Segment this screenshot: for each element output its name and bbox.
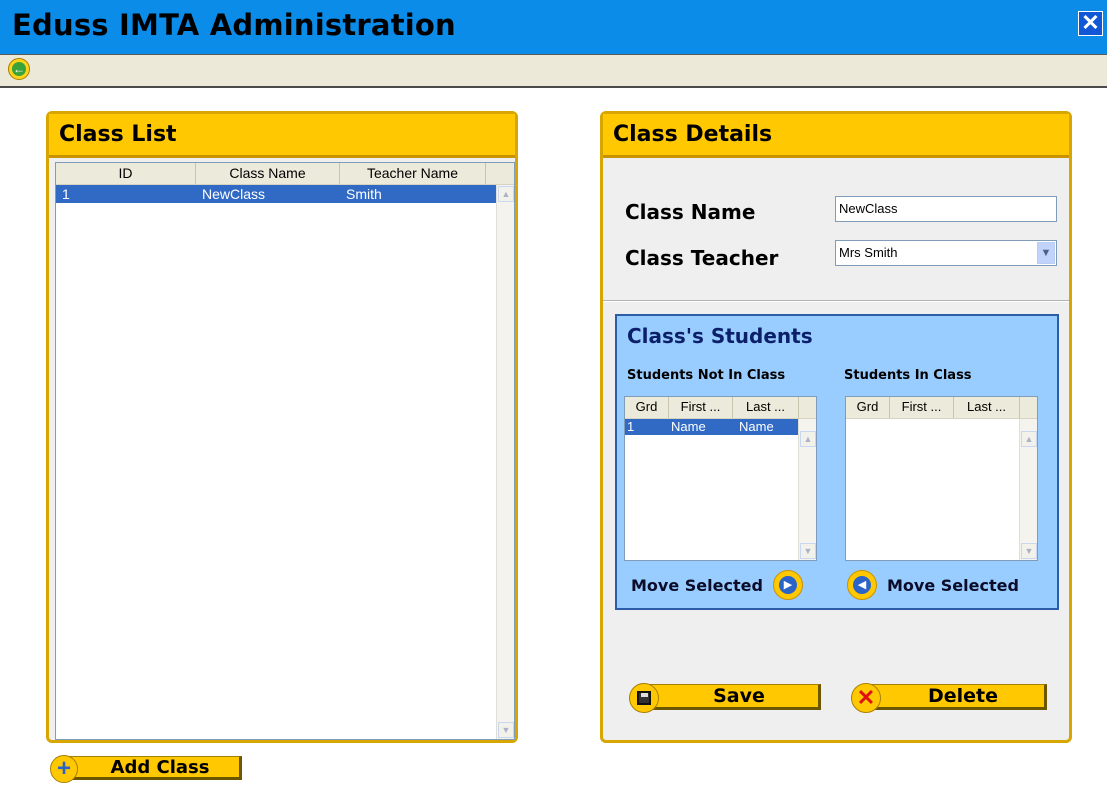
delete-button[interactable]: ✕ Delete (851, 683, 1047, 713)
toolbar: ← (0, 55, 1107, 88)
cell-last-name: Name (739, 419, 774, 434)
scroll-down-icon[interactable]: ▼ (1021, 543, 1037, 559)
add-class-label: Add Class (64, 756, 242, 780)
class-list-table[interactable]: ID Class Name Teacher Name 1 NewClass Sm… (55, 162, 515, 740)
column-header-first[interactable]: First ... (669, 397, 733, 418)
column-header-grd[interactable]: Grd (846, 397, 890, 418)
list-item[interactable]: 1 Name Name (625, 419, 798, 435)
scroll-down-icon[interactable]: ▼ (498, 722, 514, 738)
delete-label: Delete (865, 684, 1047, 710)
arrow-right-icon: ▶ (772, 570, 803, 600)
students-not-in-class-list[interactable]: Grd First ... Last ... 1 Name Name ▲ ▼ (624, 396, 817, 561)
delete-x-icon: ✕ (851, 683, 881, 713)
column-header-class-name[interactable]: Class Name (196, 163, 340, 184)
cell-teacher-name: Smith (346, 186, 382, 202)
column-header-first[interactable]: First ... (890, 397, 954, 418)
column-header-last[interactable]: Last ... (954, 397, 1020, 418)
class-list-panel: Class List ID Class Name Teacher Name 1 … (46, 111, 518, 743)
column-header-teacher-name[interactable]: Teacher Name (340, 163, 486, 184)
column-header-last[interactable]: Last ... (733, 397, 799, 418)
class-teacher-value: Mrs Smith (839, 245, 898, 260)
class-students-title: Class's Students (627, 324, 813, 348)
class-details-panel: Class Details Class Name NewClass Class … (600, 111, 1072, 743)
move-selected-left-label: Move Selected (887, 575, 1019, 595)
floppy-disk-icon (629, 683, 659, 713)
add-class-button[interactable]: + Add Class (50, 755, 242, 785)
scroll-up-icon[interactable]: ▲ (1021, 431, 1037, 447)
move-selected-left-button[interactable]: ◀ Move Selected (847, 569, 1019, 601)
app-title: Eduss IMTA Administration (12, 8, 456, 42)
class-details-title: Class Details (603, 114, 1069, 158)
students-in-scrollbar[interactable]: ▲ ▼ (1019, 419, 1037, 560)
move-selected-right-button[interactable]: Move Selected ▶ (631, 569, 803, 601)
divider (603, 300, 1069, 302)
students-not-in-class-label: Students Not In Class (627, 368, 786, 383)
students-not-in-header: Grd First ... Last ... (625, 397, 816, 419)
cell-first-name: Name (671, 419, 706, 434)
class-teacher-label: Class Teacher (625, 246, 779, 270)
close-icon[interactable]: ✕ (1078, 11, 1103, 36)
scroll-up-icon[interactable]: ▲ (800, 431, 816, 447)
class-list-scrollbar[interactable]: ▲ ▼ (496, 185, 514, 739)
students-in-class-label: Students In Class (844, 368, 972, 383)
arrow-left-icon: ← (12, 62, 26, 76)
column-header-grd[interactable]: Grd (625, 397, 669, 418)
move-selected-right-label: Move Selected (631, 575, 763, 595)
back-button[interactable]: ← (8, 58, 30, 80)
class-name-field[interactable]: NewClass (835, 196, 1057, 222)
table-row[interactable]: 1 NewClass Smith (56, 185, 496, 203)
scroll-up-icon[interactable]: ▲ (498, 186, 514, 202)
plus-icon: + (50, 755, 78, 783)
chevron-down-icon[interactable]: ▼ (1037, 242, 1055, 264)
students-in-class-list[interactable]: Grd First ... Last ... ▲ ▼ (845, 396, 1038, 561)
cell-grd: 1 (627, 419, 635, 434)
cell-class-name: NewClass (202, 186, 266, 202)
column-header-id[interactable]: ID (56, 163, 196, 184)
class-list-title: Class List (49, 114, 515, 158)
class-students-panel: Class's Students Students Not In Class S… (615, 314, 1059, 610)
students-in-header: Grd First ... Last ... (846, 397, 1037, 419)
class-name-label: Class Name (625, 200, 756, 224)
save-label: Save (643, 684, 821, 710)
title-bar: Eduss IMTA Administration ✕ (0, 0, 1107, 55)
arrow-left-icon: ◀ (847, 570, 877, 600)
class-teacher-select[interactable]: Mrs Smith ▼ (835, 240, 1057, 266)
save-button[interactable]: Save (629, 683, 821, 713)
column-header-filler (486, 163, 514, 184)
students-not-in-scrollbar[interactable]: ▲ ▼ (798, 419, 816, 560)
scroll-down-icon[interactable]: ▼ (800, 543, 816, 559)
class-list-header: ID Class Name Teacher Name (56, 163, 514, 185)
cell-id: 1 (62, 186, 70, 202)
